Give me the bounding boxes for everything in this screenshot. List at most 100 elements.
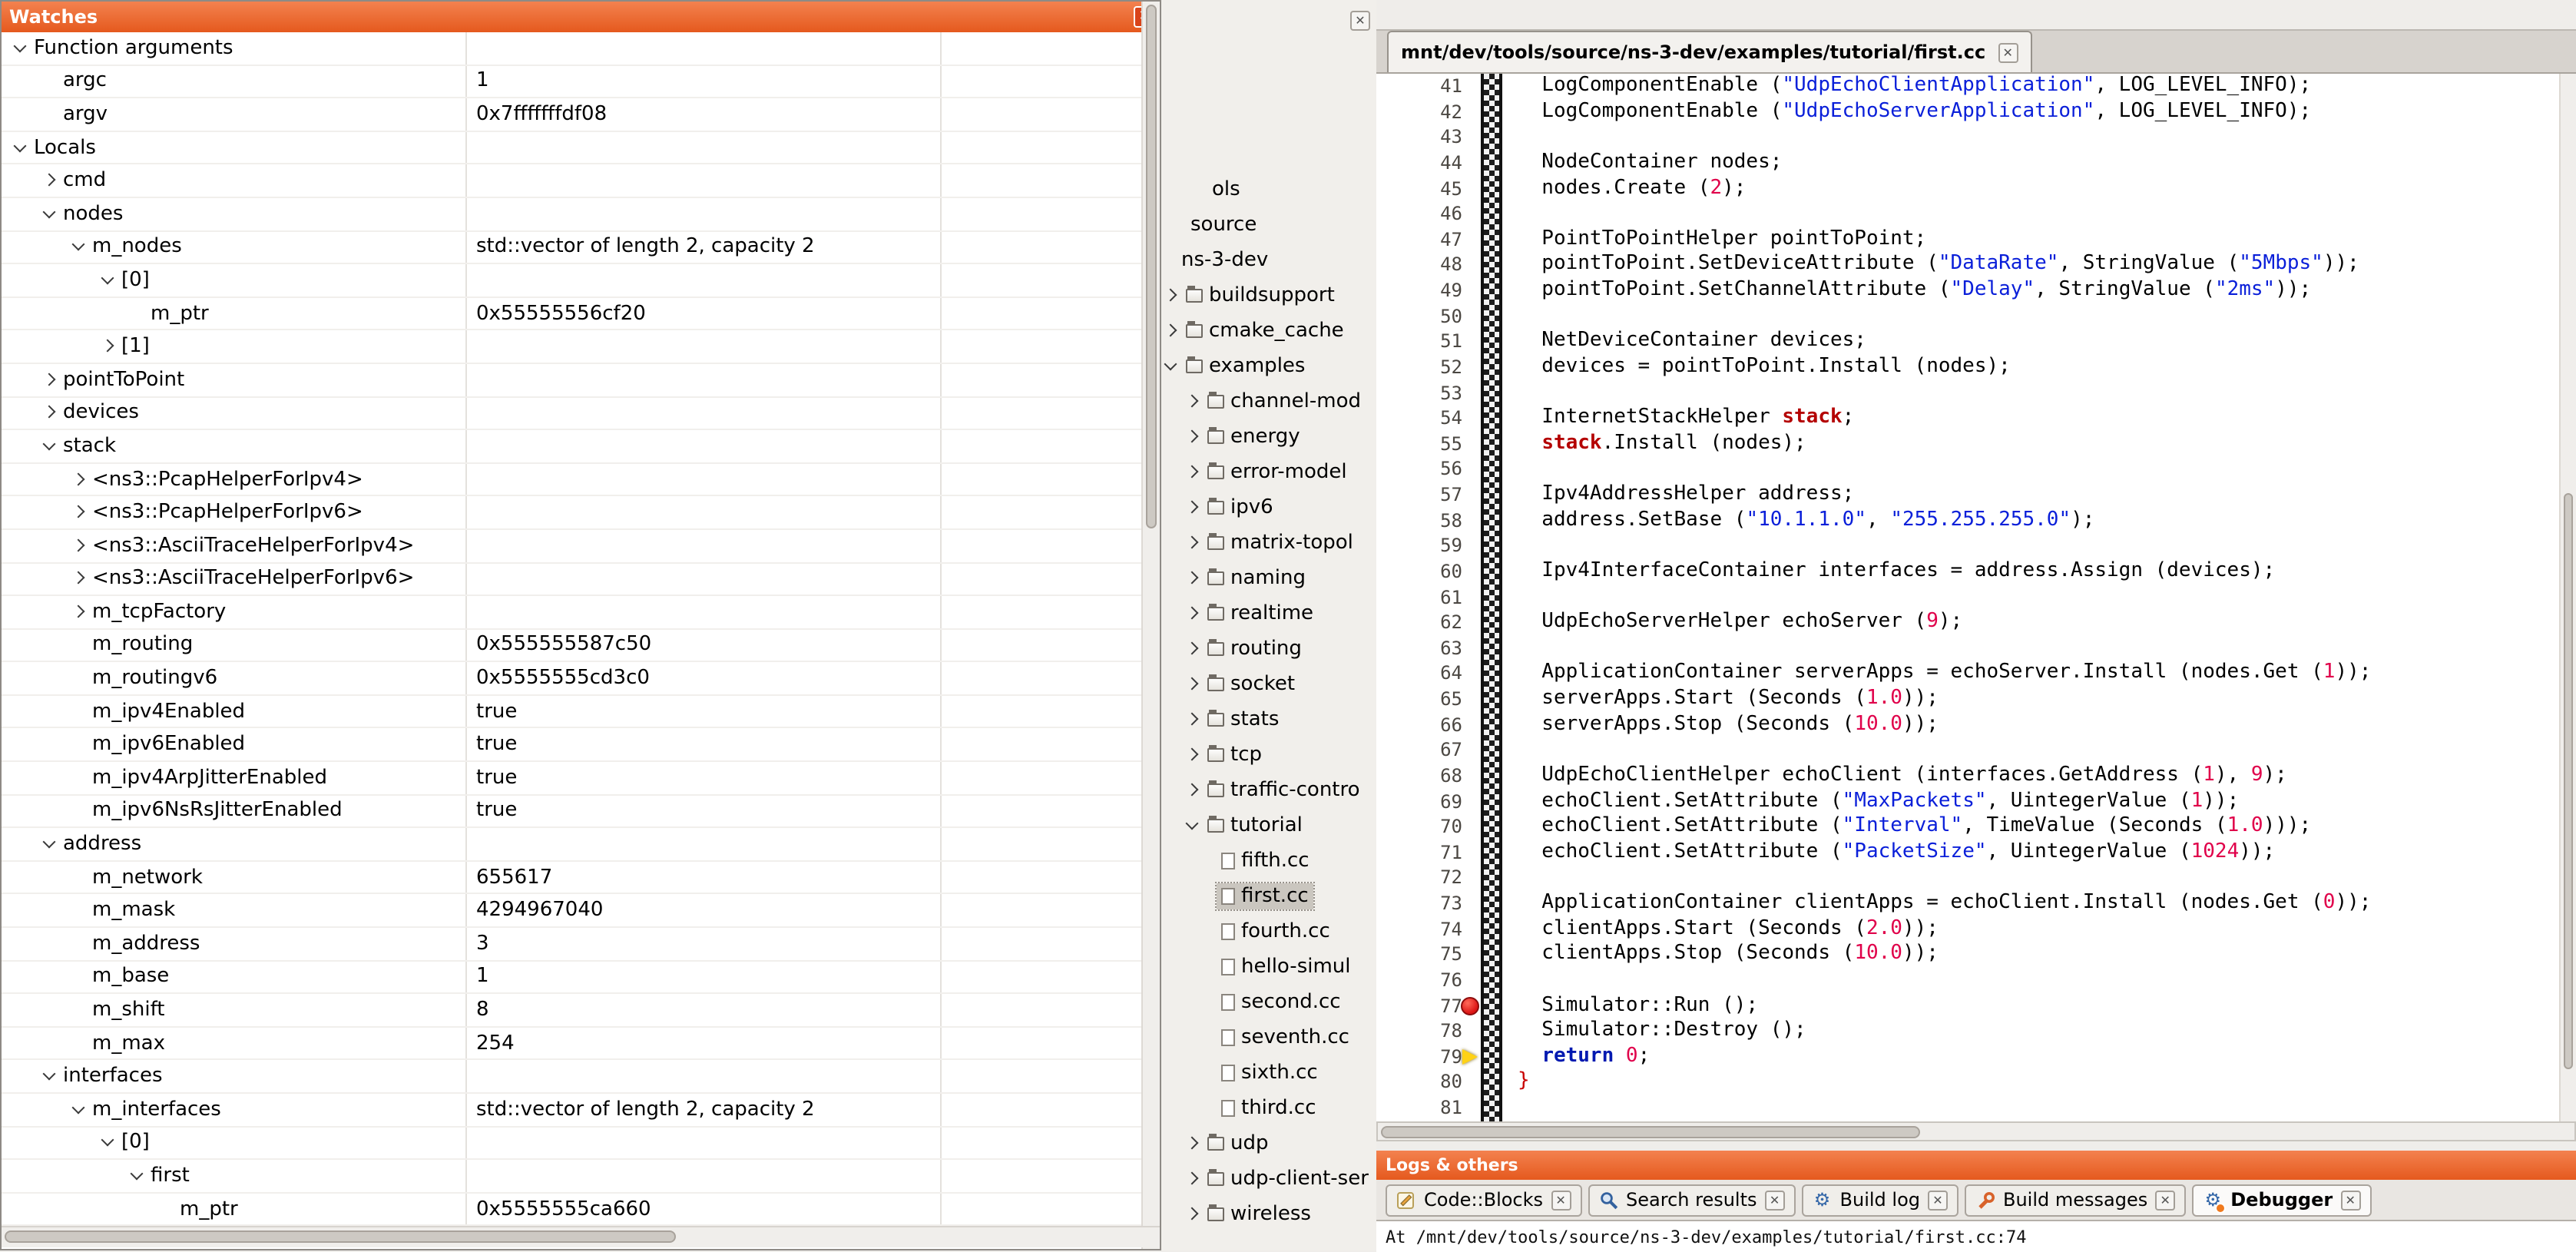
tree-item[interactable]: matrix-topol	[1161, 525, 1376, 561]
code-line[interactable]: 43	[1376, 125, 2576, 151]
watch-row[interactable]: first	[2, 1160, 1160, 1193]
code-line[interactable]: 65 serverApps.Start (Seconds (1.0));	[1376, 687, 2576, 712]
log-tab-debugger[interactable]: ⚙Debugger✕	[2192, 1184, 2371, 1216]
collapse-icon[interactable]	[11, 38, 31, 58]
collapse-icon[interactable]	[1161, 356, 1181, 376]
watch-row[interactable]: m_address3	[2, 928, 1160, 961]
watch-row[interactable]: m_ptr0x55555556cf20	[2, 298, 1160, 331]
code-line[interactable]: 44 NodeContainer nodes;	[1376, 151, 2576, 176]
tree-item[interactable]: energy	[1161, 419, 1376, 455]
code-line[interactable]: 59	[1376, 534, 2576, 559]
code-line[interactable]: 47 PointToPointHelper pointToPoint;	[1376, 227, 2576, 253]
expand-icon[interactable]	[69, 469, 89, 489]
code-line[interactable]: 51 NetDeviceContainer devices;	[1376, 330, 2576, 355]
expand-icon[interactable]	[1183, 427, 1203, 447]
code-line[interactable]: 74 clientApps.Start (Seconds (2.0));	[1376, 916, 2576, 942]
code-line[interactable]: 63	[1376, 636, 2576, 661]
watch-row[interactable]: m_ipv4ArpJitterEnabledtrue	[2, 762, 1160, 795]
tree-item[interactable]: error-model	[1161, 455, 1376, 490]
tree-item[interactable]: third.cc	[1161, 1091, 1376, 1126]
watch-row[interactable]: m_ipv4Enabledtrue	[2, 696, 1160, 729]
watch-row[interactable]: <ns3::PcapHelperForIpv6>	[2, 497, 1160, 530]
watch-row[interactable]: m_shift8	[2, 994, 1160, 1027]
tree-item[interactable]: sixth.cc	[1161, 1055, 1376, 1091]
code-line[interactable]: 68 UdpEchoClientHelper echoClient (inter…	[1376, 763, 2576, 789]
watch-row[interactable]: [0]	[2, 1127, 1160, 1160]
tree-item[interactable]: source	[1161, 207, 1376, 243]
expand-icon[interactable]	[69, 502, 89, 522]
expand-icon[interactable]	[40, 403, 60, 423]
close-icon[interactable]: ✕	[2155, 1190, 2175, 1210]
tree-item[interactable]: realtime	[1161, 596, 1376, 631]
code-line[interactable]: 54 InternetStackHelper stack;	[1376, 406, 2576, 431]
tree-item[interactable]: channel-mod	[1161, 384, 1376, 419]
tree-item[interactable]: first.cc	[1161, 879, 1376, 914]
code-line[interactable]: 42 LogComponentEnable ("UdpEchoServerApp…	[1376, 99, 2576, 124]
code-line[interactable]: 52 devices = pointToPoint.Install (nodes…	[1376, 355, 2576, 380]
collapse-icon[interactable]	[40, 204, 60, 224]
tree-item[interactable]: buildsupport	[1161, 278, 1376, 313]
watches-v-scrollbar[interactable]	[1141, 2, 1160, 1249]
expand-icon[interactable]	[1161, 321, 1181, 341]
expand-icon[interactable]	[1183, 780, 1203, 800]
tree-item[interactable]: examples	[1161, 349, 1376, 384]
code-line[interactable]: 50	[1376, 303, 2576, 329]
watch-row[interactable]: m_network655617	[2, 862, 1160, 895]
code-line[interactable]: 70 echoClient.SetAttribute ("Interval", …	[1376, 814, 2576, 840]
breakpoint-icon[interactable]	[1461, 996, 1479, 1015]
code-line[interactable]: 60 Ipv4InterfaceContainer interfaces = a…	[1376, 559, 2576, 585]
watch-row[interactable]: m_nodesstd::vector of length 2, capacity…	[2, 231, 1160, 264]
watch-row[interactable]: m_interfacesstd::vector of length 2, cap…	[2, 1094, 1160, 1127]
watch-row[interactable]: m_routingv60x5555555cd3c0	[2, 663, 1160, 696]
watch-row[interactable]: <ns3::AsciiTraceHelperForIpv6>	[2, 563, 1160, 596]
collapse-icon[interactable]	[40, 834, 60, 854]
watch-row[interactable]: devices	[2, 397, 1160, 430]
expand-icon[interactable]	[1183, 1204, 1203, 1224]
expand-icon[interactable]	[40, 171, 60, 190]
tree-item[interactable]: fourth.cc	[1161, 914, 1376, 949]
tree-item[interactable]: routing	[1161, 631, 1376, 667]
tree-item[interactable]: udp-client-ser	[1161, 1161, 1376, 1197]
code-line[interactable]: 67	[1376, 738, 2576, 763]
tree-item[interactable]: seventh.cc	[1161, 1020, 1376, 1055]
code-line[interactable]: 79 return 0;	[1376, 1045, 2576, 1070]
close-icon[interactable]: ✕	[1998, 42, 2018, 62]
code-line[interactable]: 41 LogComponentEnable ("UdpEchoClientApp…	[1376, 74, 2576, 99]
expand-icon[interactable]	[98, 336, 118, 356]
watch-row[interactable]: address	[2, 829, 1160, 862]
tree-item[interactable]: naming	[1161, 561, 1376, 596]
watch-row[interactable]: m_mask4294967040	[2, 895, 1160, 928]
expand-icon[interactable]	[1183, 533, 1203, 553]
expand-icon[interactable]	[1183, 604, 1203, 624]
tree-item[interactable]: udp	[1161, 1126, 1376, 1161]
code-line[interactable]: 62 UdpEchoServerHelper echoServer (9);	[1376, 610, 2576, 635]
log-tab-code-blocks[interactable]: Code::Blocks✕	[1386, 1184, 1581, 1216]
watch-row[interactable]: argv0x7fffffffdf08	[2, 98, 1160, 131]
watch-row[interactable]: cmd	[2, 165, 1160, 198]
expand-icon[interactable]	[1183, 1134, 1203, 1154]
collapse-icon[interactable]	[98, 1133, 118, 1153]
watch-row[interactable]: m_ipv6Enabledtrue	[2, 729, 1160, 762]
watch-row[interactable]: m_max254	[2, 1028, 1160, 1061]
tree-item[interactable]: tcp	[1161, 737, 1376, 773]
watch-row[interactable]: Locals	[2, 132, 1160, 165]
tree-item[interactable]: hello-simul	[1161, 949, 1376, 985]
watch-row[interactable]: pointToPoint	[2, 364, 1160, 397]
tree-item[interactable]: ipv6	[1161, 490, 1376, 525]
code-line[interactable]: 49 pointToPoint.SetChannelAttribute ("De…	[1376, 278, 2576, 303]
code-line[interactable]: 66 serverApps.Stop (Seconds (10.0));	[1376, 712, 2576, 737]
editor-tab[interactable]: mnt/dev/tools/source/ns-3-dev/examples/t…	[1387, 31, 2031, 72]
code-line[interactable]: 53	[1376, 380, 2576, 406]
collapse-icon[interactable]	[69, 1100, 89, 1120]
close-icon[interactable]: ✕	[1551, 1190, 1571, 1210]
tree-item[interactable]: stats	[1161, 702, 1376, 737]
watch-row[interactable]: Function arguments	[2, 32, 1160, 65]
expand-icon[interactable]	[1183, 674, 1203, 694]
watch-row[interactable]: <ns3::PcapHelperForIpv4>	[2, 463, 1160, 496]
collapse-icon[interactable]	[98, 270, 118, 290]
watch-row[interactable]: <ns3::AsciiTraceHelperForIpv4>	[2, 530, 1160, 563]
code-line[interactable]: 75 clientApps.Stop (Seconds (10.0));	[1376, 942, 2576, 968]
watch-row[interactable]: nodes	[2, 198, 1160, 231]
code-line[interactable]: 81	[1376, 1095, 2576, 1121]
editor-h-scrollbar[interactable]	[1376, 1121, 2576, 1141]
